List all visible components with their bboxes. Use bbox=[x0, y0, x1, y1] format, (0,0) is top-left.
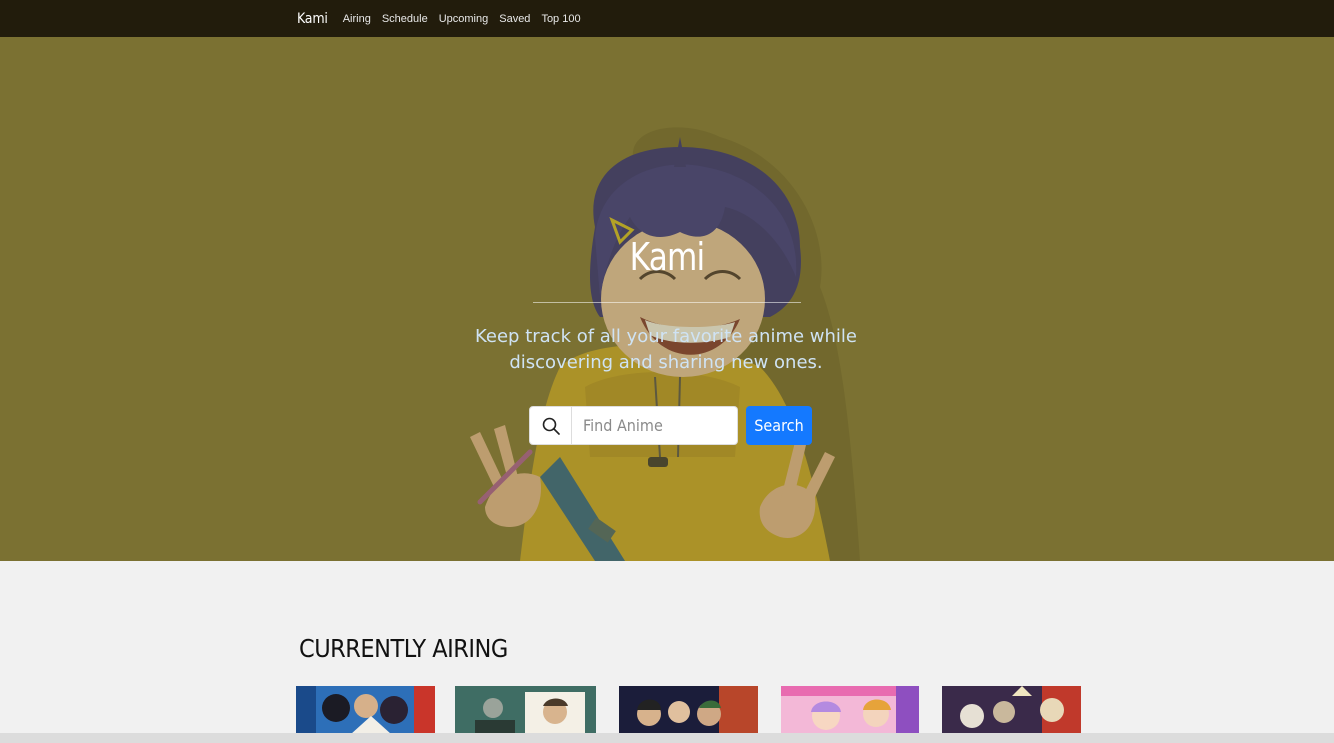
nav-link-airing[interactable]: Airing bbox=[343, 13, 371, 25]
horizontal-scrollbar[interactable] bbox=[0, 733, 1334, 743]
brand-logo[interactable]: Kami bbox=[297, 11, 328, 27]
hero-banner: Kami Keep track of all your favorite ani… bbox=[0, 37, 1334, 561]
search-button[interactable]: Search bbox=[746, 406, 812, 445]
anime-card[interactable] bbox=[781, 686, 919, 734]
anime-poster-thumbnail bbox=[619, 686, 758, 734]
nav-links: Kami Airing Schedule Upcoming Saved Top … bbox=[297, 0, 592, 37]
search-input[interactable] bbox=[572, 406, 738, 445]
anime-card[interactable] bbox=[942, 686, 1081, 734]
anime-card[interactable] bbox=[296, 686, 435, 734]
anime-poster-thumbnail bbox=[781, 686, 919, 734]
nav-link-saved[interactable]: Saved bbox=[499, 13, 530, 25]
anime-card[interactable] bbox=[455, 686, 596, 734]
anime-card[interactable] bbox=[619, 686, 758, 734]
search-group bbox=[529, 406, 738, 445]
hero-divider bbox=[533, 302, 801, 303]
nav-link-upcoming[interactable]: Upcoming bbox=[439, 13, 489, 25]
currently-airing-heading: CURRENTLY AIRING bbox=[299, 634, 508, 663]
anime-poster-thumbnail bbox=[455, 686, 596, 734]
anime-poster-thumbnail bbox=[942, 686, 1081, 734]
top-navbar: Kami Airing Schedule Upcoming Saved Top … bbox=[0, 0, 1334, 37]
hero-background-image bbox=[0, 37, 1334, 561]
hero-subtitle: Keep track of all your favorite anime wh… bbox=[474, 326, 858, 373]
anime-poster-thumbnail bbox=[296, 686, 435, 734]
search-icon[interactable] bbox=[529, 406, 572, 445]
nav-link-schedule[interactable]: Schedule bbox=[382, 13, 428, 25]
hero-title: Kami bbox=[629, 235, 706, 279]
nav-link-top-100[interactable]: Top 100 bbox=[541, 13, 580, 25]
